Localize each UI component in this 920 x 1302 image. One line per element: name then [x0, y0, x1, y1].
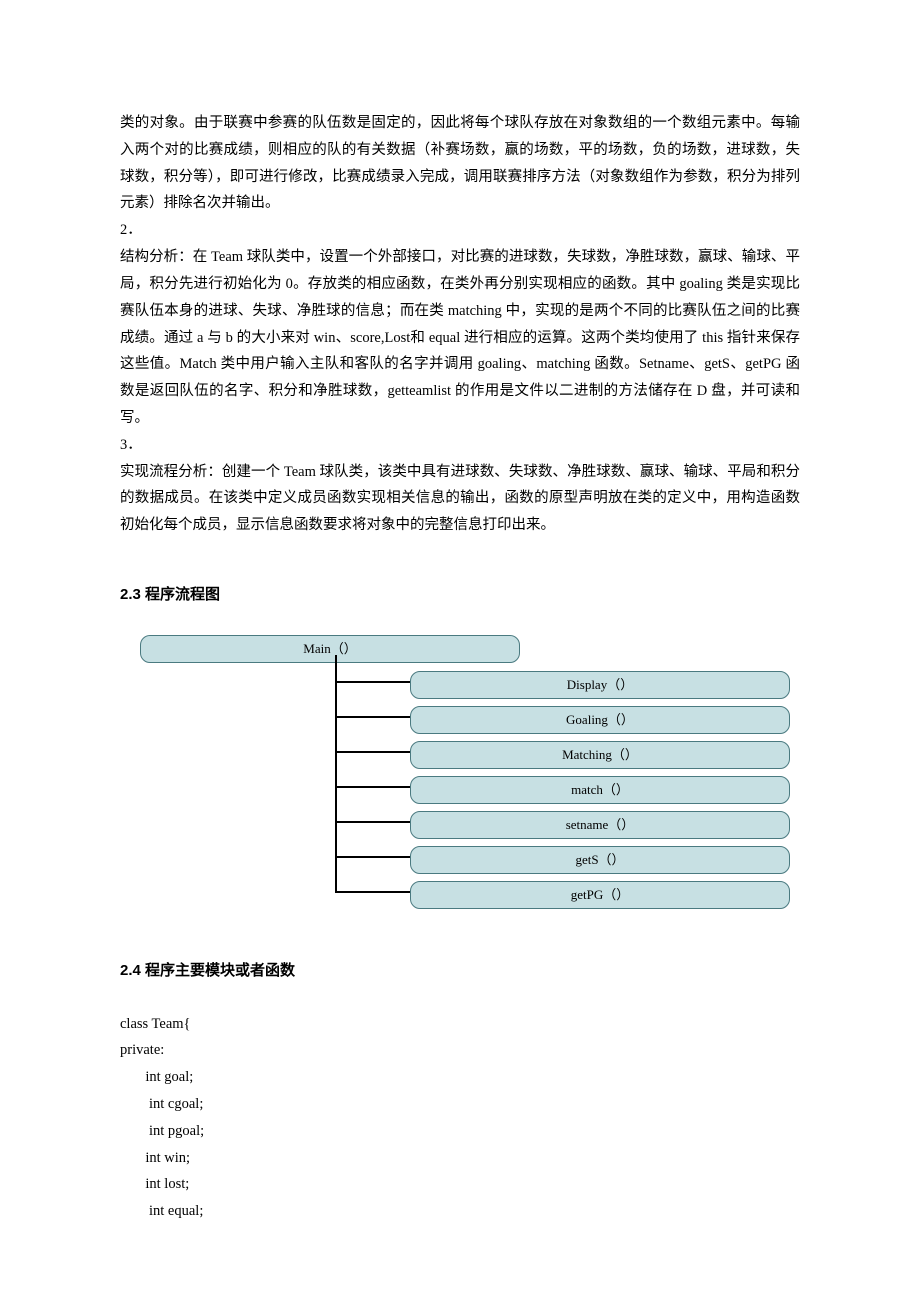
page: 类的对象。由于联赛中参赛的队伍数是固定的，因此将每个球队存放在对象数组的一个数组…: [0, 0, 920, 1302]
node-setname: setname（）: [410, 811, 790, 839]
node-goaling: Goaling（）: [410, 706, 790, 734]
connector-h-3: [335, 786, 410, 788]
heading-2-4: 2.4 程序主要模块或者函数: [120, 957, 800, 985]
heading-2-3: 2.3 程序流程图: [120, 581, 800, 609]
node-main: Main（）: [140, 635, 520, 663]
connector-h-1: [335, 716, 410, 718]
code-line: int goal;: [120, 1064, 800, 1091]
connector-h-5: [335, 856, 410, 858]
node-display: Display（）: [410, 671, 790, 699]
code-block: class Team{ private: int goal; int cgoal…: [120, 1011, 800, 1226]
node-matching: Matching（）: [410, 741, 790, 769]
paragraph-3: 实现流程分析：创建一个 Team 球队类，该类中具有进球数、失球数、净胜球数、赢…: [120, 459, 800, 539]
code-line: class Team{: [120, 1011, 800, 1038]
node-match: match（）: [410, 776, 790, 804]
code-line: private:: [120, 1037, 800, 1064]
section-2-num: 2．: [120, 217, 800, 244]
section-3-num: 3．: [120, 432, 800, 459]
node-getpg: getPG（）: [410, 881, 790, 909]
code-line: int lost;: [120, 1171, 800, 1198]
paragraph-1: 类的对象。由于联赛中参赛的队伍数是固定的，因此将每个球队存放在对象数组的一个数组…: [120, 110, 800, 217]
paragraph-2: 结构分析：在 Team 球队类中，设置一个外部接口，对比赛的进球数，失球数，净胜…: [120, 244, 800, 432]
code-line: int equal;: [120, 1198, 800, 1225]
code-line: int win;: [120, 1145, 800, 1172]
connector-h-0: [335, 681, 410, 683]
flowchart: Main（） Display（） Goaling（） Matching（） ma…: [120, 635, 800, 915]
code-line: int cgoal;: [120, 1091, 800, 1118]
code-line: int pgoal;: [120, 1118, 800, 1145]
connector-h-4: [335, 821, 410, 823]
diagram-canvas: Main（） Display（） Goaling（） Matching（） ma…: [130, 635, 790, 915]
connector-h-2: [335, 751, 410, 753]
node-gets: getS（）: [410, 846, 790, 874]
connector-h-6: [335, 891, 410, 893]
